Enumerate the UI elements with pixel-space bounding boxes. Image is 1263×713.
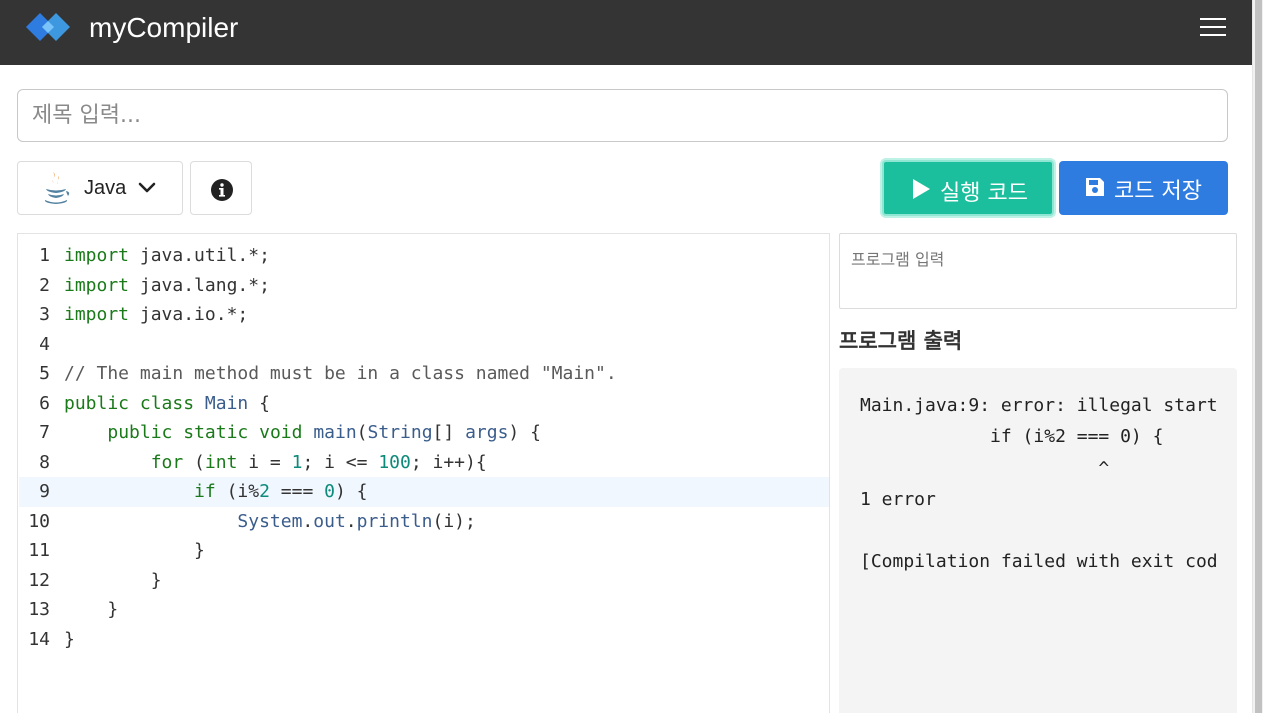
chevron-down-icon	[138, 182, 156, 193]
code-line[interactable]: 7 public static void main(String[] args)…	[19, 418, 829, 448]
program-input[interactable]	[839, 233, 1237, 309]
output-heading: 프로그램 출력	[839, 329, 963, 353]
code-line[interactable]: 9 if (i%2 === 0) {	[19, 477, 829, 507]
hamburger-menu-icon[interactable]	[1200, 16, 1226, 38]
output-text: Main.java:9: error: illegal start if (i%…	[860, 395, 1218, 573]
code-editor[interactable]: 1 import java.util.*; 2 import java.lang.*;…	[17, 233, 830, 713]
code-line[interactable]: 11 }	[19, 536, 829, 566]
language-select[interactable]: Java	[17, 161, 183, 215]
save-code-label: 코드 저장	[1114, 179, 1202, 204]
code-text[interactable]: }	[64, 595, 118, 625]
top-navbar: myCompiler	[0, 0, 1252, 65]
line-number: 11	[28, 540, 50, 561]
code-line[interactable]: 1 import java.util.*;	[19, 241, 829, 271]
code-line[interactable]: 2 import java.lang.*;	[19, 271, 829, 301]
code-line[interactable]: 3 import java.io.*;	[19, 300, 829, 330]
line-number: 2	[39, 274, 50, 296]
code-line[interactable]: 12 }	[19, 566, 829, 596]
line-number: 13	[28, 599, 50, 620]
code-text[interactable]: if (i%2 === 0) {	[64, 477, 367, 507]
code-line[interactable]: 14}	[19, 625, 829, 655]
code-line[interactable]: 5 // The main method must be in a class n…	[19, 359, 829, 389]
line-number: 10	[28, 510, 50, 532]
run-code-label: 실행 코드	[940, 181, 1028, 206]
line-number: 3	[39, 304, 50, 325]
scrollbar-thumb[interactable]	[1255, 0, 1262, 713]
floppy-disk-icon	[1086, 178, 1104, 196]
code-text[interactable]: // The main method must be in a class na…	[64, 359, 617, 389]
run-code-button[interactable]: 실행 코드	[882, 160, 1054, 216]
code-line[interactable]: 13 }	[19, 595, 829, 625]
line-number: 12	[28, 569, 50, 591]
line-number: 6	[39, 392, 50, 414]
code-text[interactable]: }	[64, 536, 205, 566]
line-number: 14	[28, 628, 50, 650]
code-line[interactable]: 10 System.out.println(i);	[19, 507, 829, 537]
code-line[interactable]: 6 public class Main {	[19, 389, 829, 419]
code-text[interactable]: import java.lang.*;	[64, 271, 270, 301]
info-button[interactable]	[190, 161, 252, 215]
title-input[interactable]	[17, 89, 1228, 142]
mycompiler-logo-icon[interactable]	[26, 10, 74, 44]
java-icon	[44, 172, 70, 204]
line-number: 5	[39, 363, 50, 384]
brand-name[interactable]: myCompiler	[89, 12, 238, 44]
line-number: 7	[39, 422, 50, 443]
play-icon	[913, 179, 930, 199]
code-line[interactable]: 8 for (int i = 1; i <= 100; i++){	[19, 448, 829, 478]
code-text[interactable]: for (int i = 1; i <= 100; i++){	[64, 448, 487, 478]
code-text[interactable]: public class Main {	[64, 389, 270, 419]
code-text[interactable]: import java.io.*;	[64, 300, 248, 330]
info-icon	[211, 179, 233, 201]
code-text[interactable]: }	[64, 566, 162, 596]
code-text[interactable]: import java.util.*;	[64, 241, 270, 271]
line-number: 9	[39, 481, 50, 502]
save-code-button[interactable]: 코드 저장	[1059, 161, 1228, 215]
code-text[interactable]: System.out.println(i);	[64, 507, 475, 537]
line-number: 8	[39, 451, 50, 473]
code-text[interactable]: }	[64, 625, 75, 655]
line-number: 4	[39, 333, 50, 355]
code-line[interactable]: 4	[19, 330, 829, 360]
line-number: 1	[39, 245, 50, 266]
program-output: Main.java:9: error: illegal start if (i%…	[839, 368, 1237, 713]
language-label: Java	[84, 177, 127, 199]
page-scrollbar[interactable]	[1252, 0, 1263, 713]
code-text[interactable]: public static void main(String[] args) {	[64, 418, 541, 448]
